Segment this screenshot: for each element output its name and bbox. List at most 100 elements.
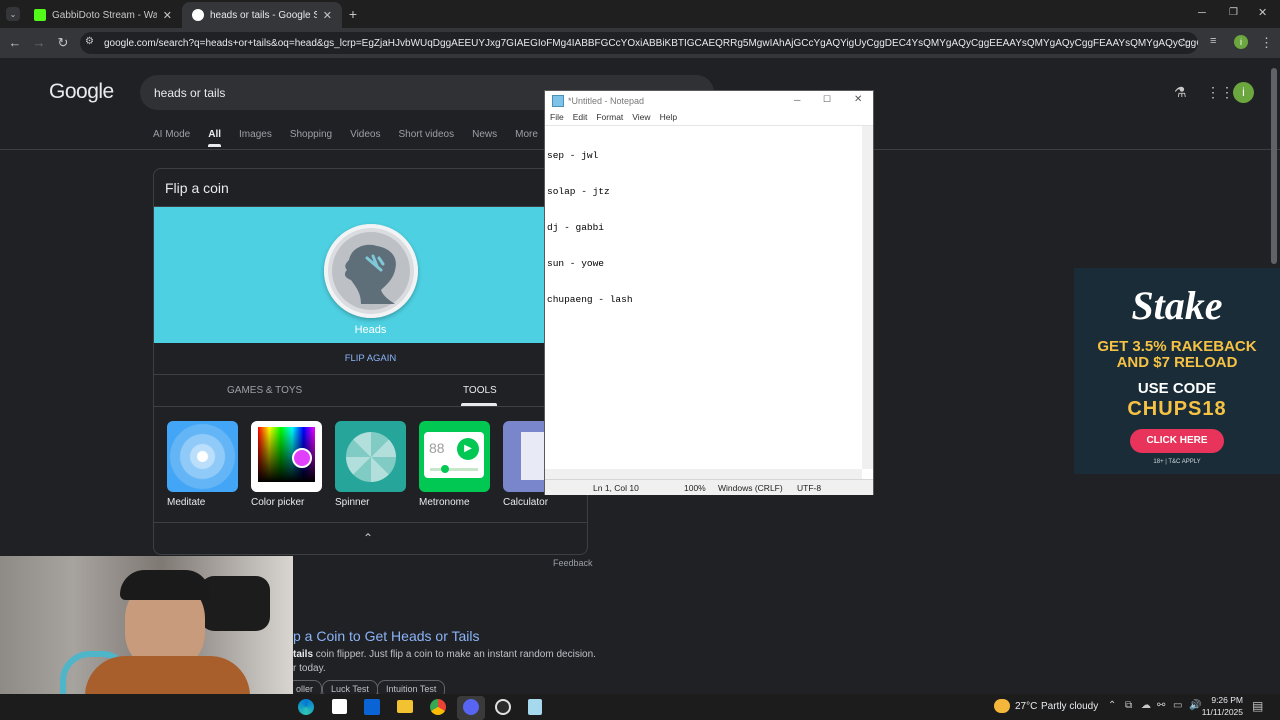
close-tab-icon[interactable]: ✕ bbox=[163, 9, 172, 22]
color-picker-handle-icon bbox=[292, 448, 312, 468]
tab-shopping[interactable]: Shopping bbox=[290, 129, 332, 140]
tab-more-label: More bbox=[515, 129, 538, 140]
tool-label-metronome: Metronome bbox=[419, 497, 470, 508]
weather-desc[interactable]: Partly cloudy bbox=[1041, 701, 1098, 712]
search-nav-tabs: AI Mode All Images Shopping Videos Short… bbox=[153, 129, 610, 147]
tab-news[interactable]: News bbox=[472, 129, 497, 140]
notepad-window: *Untitled - Notepad ─ ☐ ✕ File Edit Form… bbox=[544, 90, 874, 495]
notification-icon[interactable]: ▤ bbox=[1252, 699, 1263, 713]
tool-label-color-picker: Color picker bbox=[251, 497, 305, 508]
forward-icon[interactable]: → bbox=[32, 35, 46, 50]
reading-list-icon[interactable]: ≡ bbox=[1210, 35, 1216, 47]
reload-icon[interactable]: ↻ bbox=[56, 35, 70, 51]
result-snippet-2: r today. bbox=[293, 663, 326, 674]
ad-line2: AND $7 RELOAD bbox=[1116, 354, 1238, 371]
profile-avatar[interactable]: i bbox=[1234, 35, 1248, 49]
obs-icon[interactable] bbox=[495, 699, 511, 715]
tool-label-meditate: Meditate bbox=[167, 497, 206, 508]
google-icon bbox=[192, 9, 204, 21]
meditate-tile[interactable] bbox=[167, 421, 238, 492]
site-info-icon[interactable]: ⚙ bbox=[85, 36, 94, 47]
feedback-link[interactable]: Feedback bbox=[553, 558, 593, 568]
snippet-text: coin flipper. Just flip a coin to make a… bbox=[313, 649, 596, 660]
browser-menu-icon[interactable]: ⋮ bbox=[1260, 35, 1273, 51]
weather-temp[interactable]: 27°C bbox=[1015, 701, 1037, 712]
minimize-window-icon[interactable]: ─ bbox=[1198, 7, 1206, 19]
store-icon[interactable] bbox=[332, 699, 347, 714]
clock-time[interactable]: 9:26 PM bbox=[1203, 695, 1243, 705]
ad-disclaimer: 18+ | T&C APPLY bbox=[1153, 459, 1201, 465]
weather-icon bbox=[994, 699, 1010, 713]
menu-help[interactable]: Help bbox=[660, 112, 677, 126]
flip-again-button[interactable]: FLIP AGAIN bbox=[154, 353, 587, 364]
tab-google-search[interactable]: heads or tails - Google Search ✕ bbox=[182, 2, 342, 28]
notepad-titlebar[interactable]: *Untitled - Notepad ─ ☐ ✕ bbox=[545, 91, 873, 111]
maximize-icon[interactable]: ☐ bbox=[823, 94, 831, 105]
tab-tools-card[interactable]: TOOLS bbox=[463, 385, 497, 396]
edge-icon[interactable] bbox=[298, 699, 314, 715]
stake-ad[interactable]: Stake GET 3.5% RAKEBACK AND $7 RELOAD US… bbox=[1074, 268, 1280, 474]
horizontal-scrollbar[interactable] bbox=[545, 469, 862, 479]
close-window-icon[interactable]: ✕ bbox=[1258, 6, 1267, 19]
bookmark-star-icon[interactable]: ☆ bbox=[1178, 35, 1190, 51]
tray-app-icon[interactable]: ⧉ bbox=[1125, 700, 1132, 711]
avatar[interactable]: i bbox=[1233, 82, 1254, 103]
search-query: heads or tails bbox=[154, 85, 226, 100]
webcam-cap-object bbox=[200, 576, 270, 631]
coin-head-profile-icon bbox=[344, 244, 396, 304]
labs-flask-icon[interactable]: ⚗ bbox=[1174, 84, 1187, 101]
spinner-wheel-icon bbox=[346, 432, 396, 482]
card-title: Flip a coin bbox=[165, 180, 229, 196]
tab-ai-mode[interactable]: AI Mode bbox=[153, 129, 190, 140]
tab-videos[interactable]: Videos bbox=[350, 129, 380, 140]
calculator-icon bbox=[521, 432, 544, 480]
apps-grid-icon[interactable]: ⋮⋮ bbox=[1206, 84, 1234, 101]
usb-icon[interactable]: ⚯ bbox=[1157, 700, 1165, 711]
menu-edit[interactable]: Edit bbox=[573, 112, 588, 126]
back-icon[interactable]: ← bbox=[8, 35, 22, 50]
ad-code: CHUPS18 bbox=[1127, 398, 1227, 420]
chevron-up-icon[interactable]: ⌃ bbox=[363, 531, 373, 545]
divider bbox=[154, 406, 587, 407]
ad-cta-button[interactable]: CLICK HERE bbox=[1130, 429, 1224, 453]
menu-file[interactable]: File bbox=[550, 112, 564, 126]
clock-date[interactable]: 11/11/2025 bbox=[1200, 707, 1243, 717]
text-line: sun - yowe bbox=[547, 258, 605, 269]
notepad-app-icon bbox=[552, 95, 564, 107]
tool-label-spinner: Spinner bbox=[335, 497, 370, 508]
menu-format[interactable]: Format bbox=[596, 112, 623, 126]
tab-label: heads or tails - Google Search bbox=[210, 9, 317, 21]
cloud-icon[interactable]: ☁ bbox=[1141, 700, 1151, 711]
file-explorer-icon[interactable] bbox=[397, 700, 413, 713]
new-tab-button[interactable]: + bbox=[346, 6, 360, 22]
tab-search-icon[interactable]: ⌄ bbox=[6, 7, 20, 21]
discord-icon[interactable] bbox=[463, 699, 479, 715]
restore-window-icon[interactable]: ❐ bbox=[1229, 7, 1238, 18]
notepad-taskbar-icon[interactable] bbox=[528, 699, 542, 715]
close-tab-icon[interactable]: ✕ bbox=[323, 9, 332, 22]
tray-chevron-icon[interactable]: ⌃ bbox=[1108, 700, 1116, 711]
vertical-scrollbar[interactable] bbox=[862, 126, 873, 469]
divider bbox=[154, 522, 587, 523]
tab-images[interactable]: Images bbox=[239, 129, 272, 140]
cursor-position: Ln 1, Col 10 bbox=[593, 483, 639, 493]
page-scrollbar-thumb[interactable] bbox=[1271, 68, 1277, 264]
close-icon[interactable]: ✕ bbox=[854, 94, 862, 105]
notepad-text-area[interactable]: sep - jwl solap - jtz dj - gabbi sun - y… bbox=[547, 126, 633, 330]
mail-icon[interactable] bbox=[364, 699, 380, 715]
encoding: UTF-8 bbox=[797, 483, 822, 493]
tab-games-toys[interactable]: GAMES & TOYS bbox=[227, 385, 302, 396]
address-bar[interactable]: google.com/search?q=heads+or+tails&oq=he… bbox=[80, 32, 1198, 54]
chrome-icon[interactable] bbox=[430, 699, 446, 715]
menu-view[interactable]: View bbox=[632, 112, 650, 126]
zoom-level: 100% bbox=[684, 483, 706, 493]
network-icon[interactable]: ▭ bbox=[1173, 700, 1182, 711]
tab-all[interactable]: All bbox=[208, 129, 221, 147]
text-line: sep - jwl bbox=[547, 150, 599, 161]
google-logo[interactable]: Google bbox=[49, 80, 114, 104]
notepad-statusbar: Ln 1, Col 10 100% Windows (CRLF) UTF-8 bbox=[545, 479, 873, 495]
tab-short-videos[interactable]: Short videos bbox=[399, 129, 455, 140]
minimize-icon[interactable]: ─ bbox=[794, 95, 800, 105]
result-title-link[interactable]: p a Coin to Get Heads or Tails bbox=[293, 628, 480, 644]
tab-gabbidoto[interactable]: GabbiDoto Stream - Watch Live ✕ bbox=[24, 2, 182, 28]
